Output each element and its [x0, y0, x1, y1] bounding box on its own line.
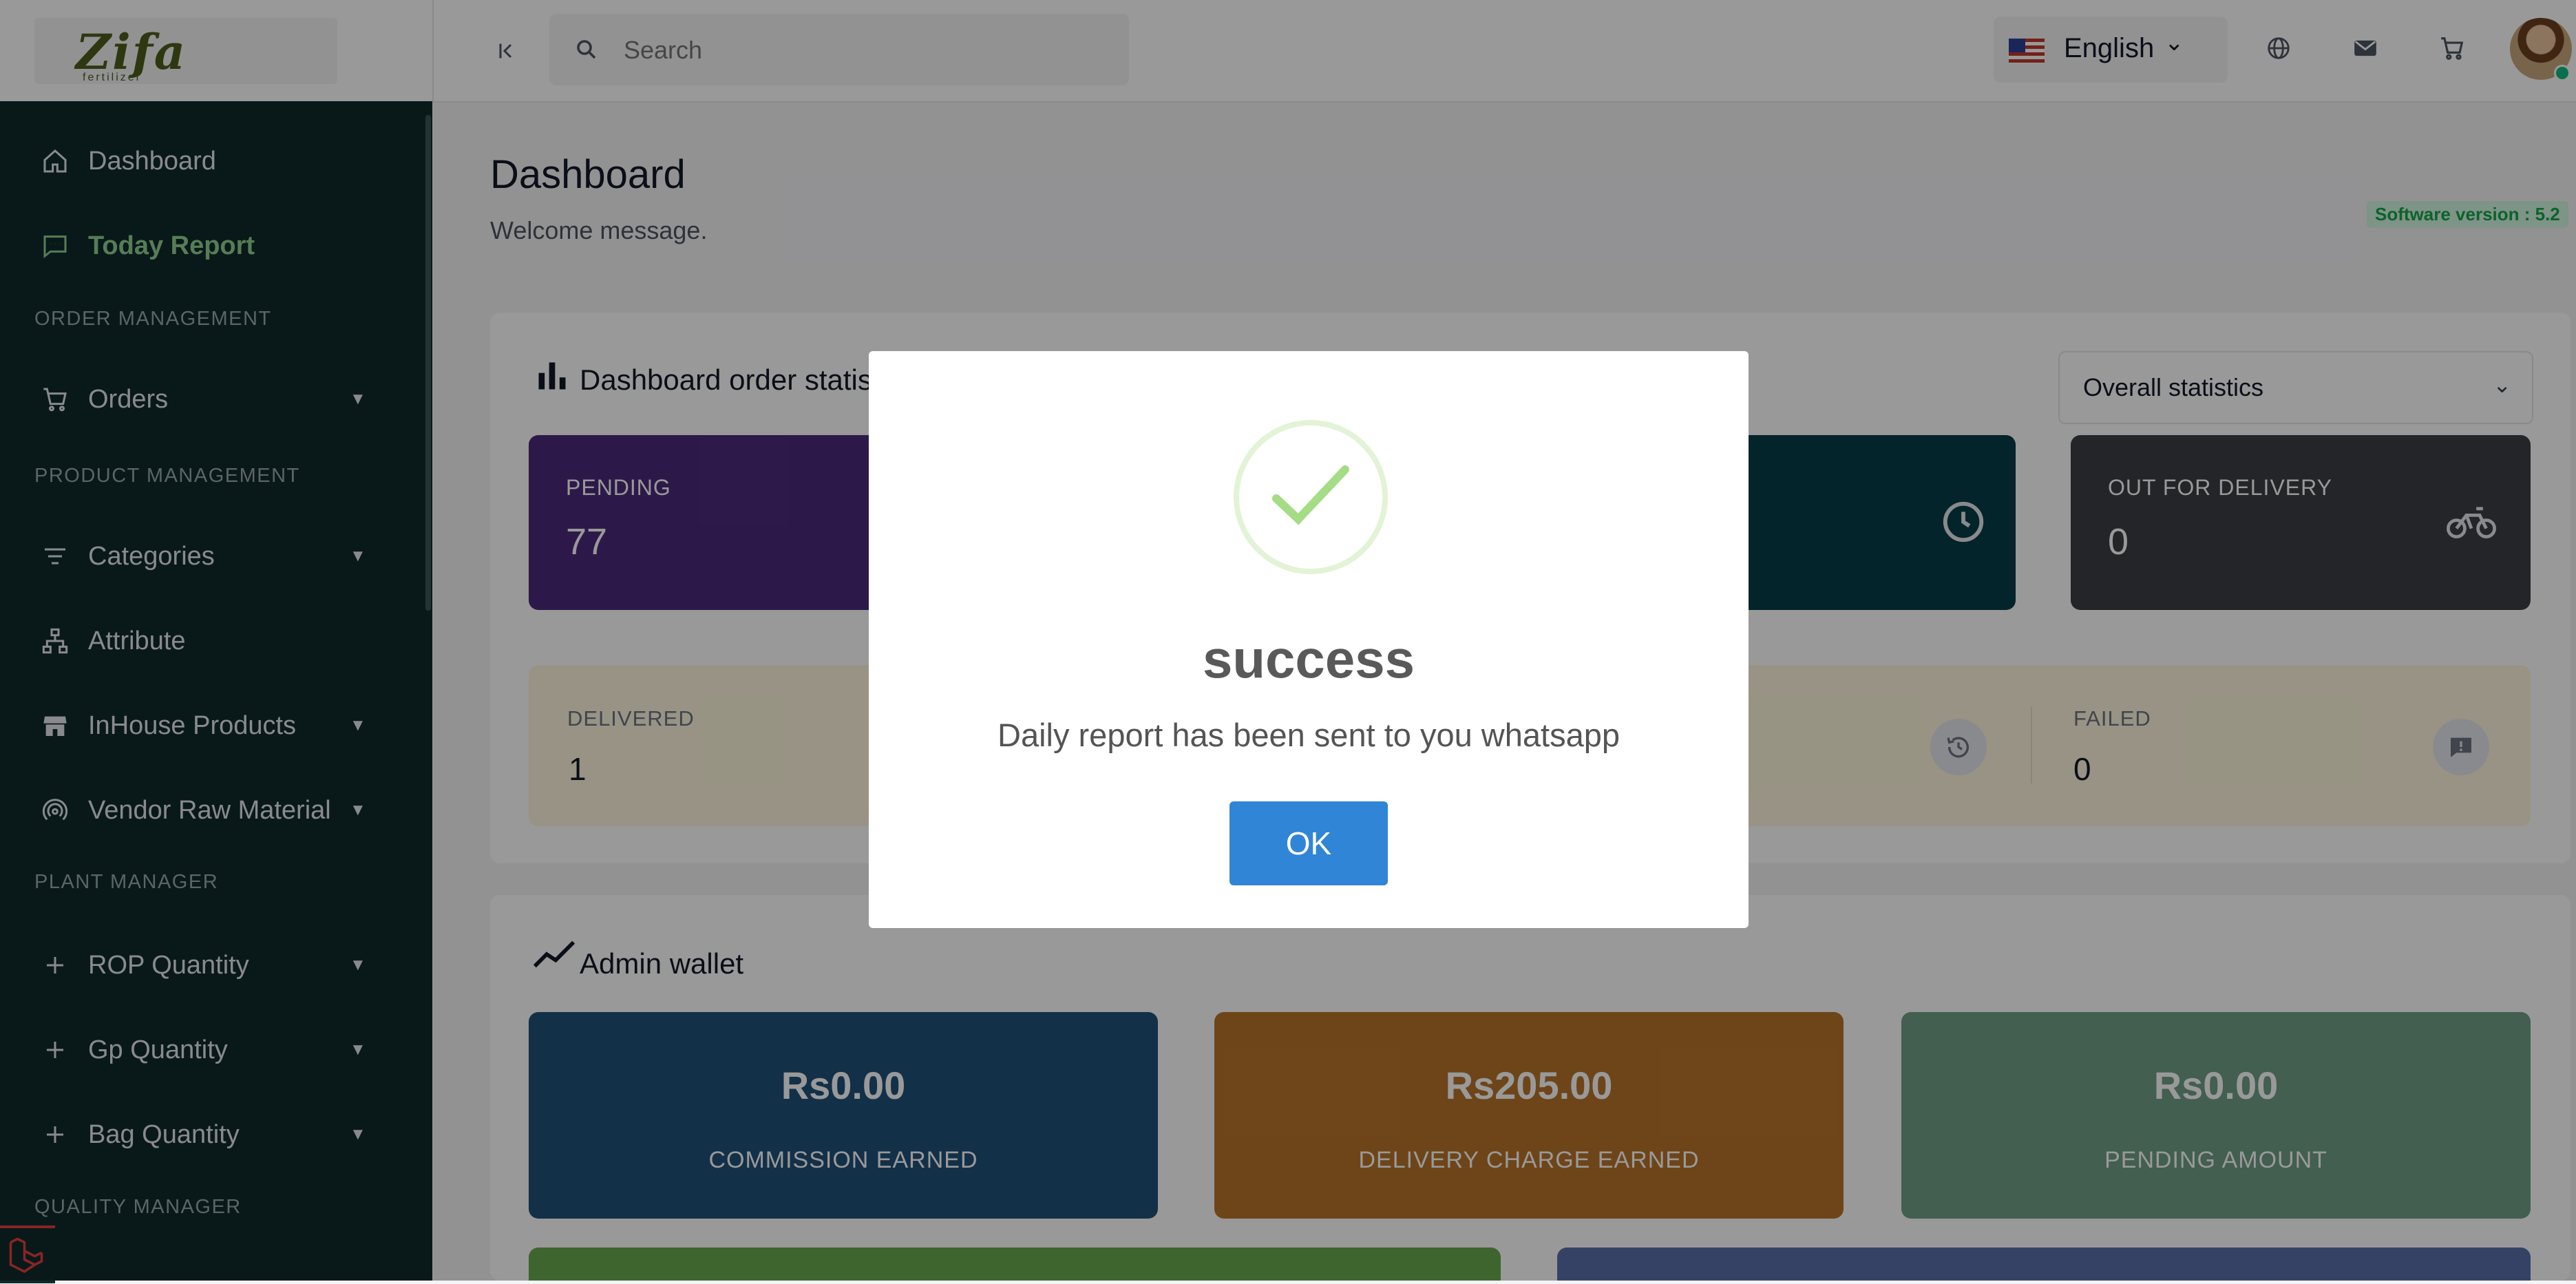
- success-check-icon: [1234, 420, 1388, 574]
- dialog-title: success: [1203, 629, 1415, 689]
- ok-button[interactable]: OK: [1229, 801, 1388, 885]
- success-dialog: success Daily report has been sent to yo…: [869, 351, 1749, 928]
- dialog-message: Daily report has been sent to you whatsa…: [997, 717, 1620, 753]
